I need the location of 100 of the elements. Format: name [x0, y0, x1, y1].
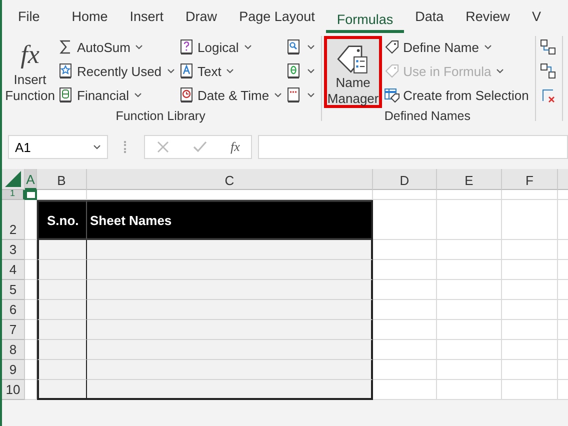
table-cell	[37, 340, 87, 360]
grid-cell	[502, 200, 558, 240]
grid-cell	[373, 190, 437, 200]
grid-cell	[437, 340, 502, 360]
ribbon-tab[interactable]: V	[520, 0, 552, 33]
table-header-cell: Sheet Names	[87, 200, 373, 240]
ribbon-button[interactable]: Define Name	[382, 36, 531, 58]
fx-icon: fx	[20, 38, 40, 72]
grid-cell	[25, 320, 37, 340]
column-header[interactable]: C	[87, 169, 373, 190]
table-cell	[37, 240, 87, 260]
ribbon-button[interactable]: Financial	[56, 84, 177, 106]
grid-cell	[437, 320, 502, 340]
check-icon[interactable]	[192, 140, 208, 154]
table-cell	[37, 380, 87, 400]
ribbon-tab[interactable]: Insert	[118, 0, 175, 33]
row-header[interactable]: 10	[2, 380, 25, 400]
table-cell	[37, 320, 87, 340]
table-cell	[37, 280, 87, 300]
clock-book-icon	[178, 87, 195, 103]
insert-function-button[interactable]: fx Insert Function	[4, 36, 56, 108]
row-header[interactable]: 3	[2, 240, 25, 260]
dots-book-icon	[286, 87, 302, 103]
ribbon-button[interactable]: AutoSum	[56, 36, 177, 58]
grid-cell	[437, 280, 502, 300]
table-cell	[37, 360, 87, 380]
grid-cell	[437, 200, 502, 240]
grid-cell	[373, 200, 437, 240]
group-label: Function Library	[114, 108, 206, 124]
grid-cell	[502, 340, 558, 360]
column-header[interactable]: B	[37, 169, 87, 190]
grid-cell	[373, 280, 437, 300]
grip-icon	[124, 141, 128, 153]
grid-cell	[437, 260, 502, 280]
ribbon-button[interactable]: Date & Time	[176, 84, 284, 106]
ribbon-tab[interactable]: Draw	[174, 0, 228, 33]
grid-cell	[437, 240, 502, 260]
chevron-down-icon	[93, 144, 101, 150]
ribbon-button[interactable]: Logical	[176, 36, 284, 58]
grid-cell	[502, 300, 558, 320]
grid-cell	[373, 260, 437, 280]
grid-cell	[502, 260, 558, 280]
column-header[interactable]: E	[437, 169, 502, 190]
table-cell	[37, 300, 87, 320]
grid-cell	[25, 380, 37, 400]
arrows-cross-icon	[540, 87, 556, 103]
ribbon-button[interactable]: Recently Used	[56, 60, 177, 82]
name-manager-button[interactable]: Name Manager	[324, 36, 382, 108]
grid-cell	[25, 280, 37, 300]
search-book-icon	[286, 39, 302, 55]
row-header[interactable]: 6	[2, 300, 25, 320]
grid-cell	[37, 190, 87, 200]
row-header[interactable]: 5	[2, 280, 25, 300]
grid-cell	[502, 240, 558, 260]
grid-cell	[25, 240, 37, 260]
table-cell	[37, 260, 87, 280]
row-header[interactable]: 7	[2, 320, 25, 340]
cylinder-book-icon	[58, 87, 74, 103]
grid-cell	[373, 240, 437, 260]
grid-cell	[502, 280, 558, 300]
insert-function-button[interactable]: fx	[230, 139, 240, 155]
theta-book-icon	[286, 63, 302, 79]
selected-cell[interactable]	[25, 190, 37, 200]
flowchart-icon	[540, 39, 556, 55]
grid-cell	[373, 300, 437, 320]
column-header[interactable]: D	[373, 169, 437, 190]
row-header[interactable]: 9	[2, 360, 25, 380]
row-header[interactable]: 2	[2, 200, 25, 240]
grid-cell	[373, 360, 437, 380]
grid-cell	[25, 300, 37, 320]
row-header[interactable]: 1	[2, 190, 25, 200]
grid-cell	[502, 380, 558, 400]
grid-cell	[373, 380, 437, 400]
flowchart-icon	[540, 63, 556, 79]
column-header[interactable]: F	[502, 169, 558, 190]
ribbon-button[interactable]: Text	[176, 60, 284, 82]
ribbon-tab[interactable]: Home	[60, 0, 119, 33]
ribbon-tab[interactable]: File	[18, 0, 61, 33]
grid-cell	[437, 190, 502, 200]
grid-cell	[373, 320, 437, 340]
grid-cell	[437, 380, 502, 400]
select-all-button[interactable]	[2, 169, 25, 190]
grid-cell	[25, 340, 37, 360]
ribbon-tab[interactable]: Review	[454, 0, 521, 33]
grid-cell	[25, 260, 37, 280]
column-header[interactable]: A	[25, 169, 37, 190]
row-header[interactable]: 4	[2, 260, 25, 280]
grid-cell	[437, 300, 502, 320]
row-header[interactable]: 8	[2, 340, 25, 360]
star-book-icon	[58, 63, 74, 79]
ribbon-tab[interactable]: Page Layout	[228, 0, 326, 33]
ribbon-tab[interactable]: Formulas	[326, 3, 404, 33]
ribbon-tab[interactable]: Data	[404, 0, 455, 33]
grid-cell	[437, 360, 502, 380]
grid-cell	[25, 200, 37, 240]
name-box[interactable]: A1	[8, 135, 108, 159]
formula-input[interactable]	[258, 135, 568, 159]
ribbon-button[interactable]: Create from Selection	[382, 84, 531, 106]
grid-cell	[502, 190, 558, 200]
grid-cell	[373, 340, 437, 360]
